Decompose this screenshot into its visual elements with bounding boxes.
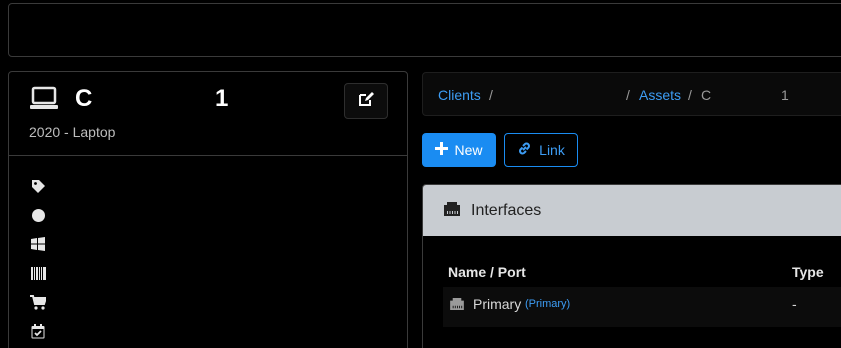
asset-number: 1 [215,85,229,112]
interface-type: - [792,296,797,312]
calendar-check-icon [29,322,47,340]
new-button[interactable]: New [422,133,496,167]
breadcrumb: Clients / / Assets / C 1 [422,72,841,116]
breadcrumb-clients-link[interactable]: Clients [438,87,481,103]
plus-icon [435,142,449,158]
new-button-label: New [454,142,483,158]
breadcrumb-separator: / [489,87,493,103]
column-header-type: Type [792,264,824,280]
asset-card: C 1 2020 - Laptop [8,71,408,348]
link-button[interactable]: Link [504,133,578,167]
barcode-icon [29,264,47,282]
circle-icon [29,206,47,224]
breadcrumb-assets-link[interactable]: Assets [639,87,681,103]
tag-icon [29,177,47,195]
breadcrumb-current-number: 1 [781,87,789,103]
laptop-icon [29,86,59,117]
breadcrumb-current: C [701,87,712,103]
interfaces-title: Interfaces [471,202,542,219]
breadcrumb-separator: / [688,87,692,103]
interfaces-header: Interfaces [423,185,841,236]
asset-name: C [75,85,93,112]
interfaces-panel: Interfaces Name / Port Type Primary (Pri… [422,184,841,348]
edit-asset-button[interactable] [344,83,388,119]
column-header-name: Name / Port [448,264,526,280]
link-icon [517,141,532,159]
table-row[interactable]: Primary (Primary) - [443,287,841,327]
link-button-label: Link [539,142,565,158]
top-navbar [8,3,841,57]
asset-header: C 1 2020 - Laptop [9,72,407,156]
interface-name[interactable]: Primary [473,296,521,312]
ethernet-icon [444,202,460,221]
edit-icon [358,91,374,112]
asset-subtitle: 2020 - Laptop [29,124,116,140]
primary-tag: (Primary) [525,298,571,310]
ethernet-icon [450,297,464,315]
windows-icon [29,235,47,253]
asset-details-icons [29,177,47,348]
cart-icon [29,293,47,311]
breadcrumb-separator: / [626,87,630,103]
